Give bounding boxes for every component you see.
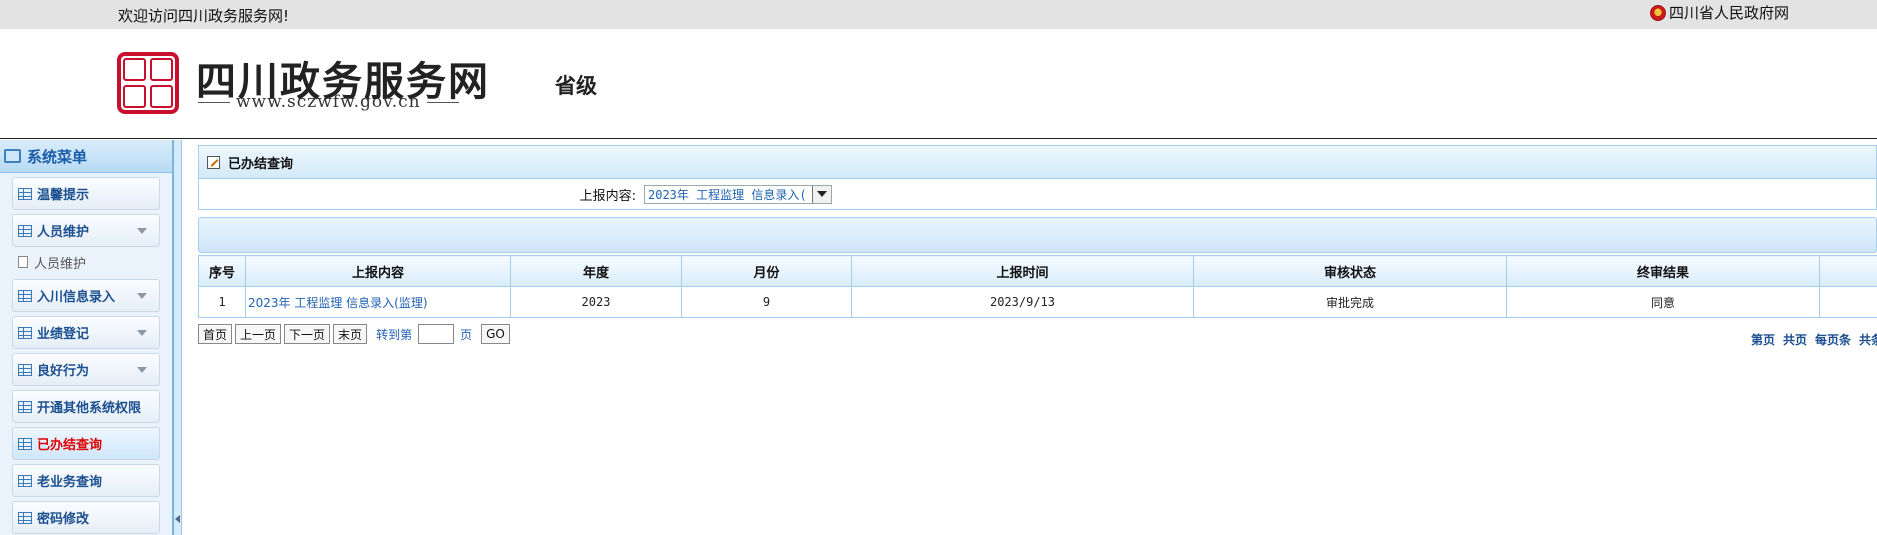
column-header: 上报内容 — [245, 255, 511, 287]
sidebar-item-label: 良好行为 — [37, 364, 90, 379]
url-divider-left — [198, 101, 230, 103]
column-header — [1819, 255, 1877, 287]
table-icon — [18, 400, 32, 413]
sidebar-item-other-permissions[interactable]: 开通其他系统权限 — [12, 390, 160, 423]
filter-row: 上报内容: 2023年 工程监理 信息录入( — [198, 179, 1877, 210]
sidebar-item-entry[interactable]: 入川信息录入 — [12, 279, 160, 312]
chevron-down-icon — [137, 293, 147, 299]
sidebar-item-personnel[interactable]: 人员维护 — [12, 214, 160, 247]
column-header: 审核状态 — [1193, 255, 1507, 287]
site-url-text: www.sczwfw.gov.cn — [236, 92, 421, 112]
panel-title-bar: 已办结查询 — [198, 145, 1877, 179]
table-row: 1 2023年 工程监理 信息录入(监理) 2023 9 2023/9/13 审… — [198, 286, 1877, 318]
prev-page-button[interactable]: 上一页 — [235, 324, 282, 344]
collapse-arrow-icon — [175, 515, 180, 523]
pager-info-page: 第页 — [1751, 333, 1776, 347]
table-icon — [18, 363, 32, 376]
pager-info-page-size: 每页条 — [1815, 333, 1852, 347]
filter-label: 上报内容: — [579, 188, 636, 204]
column-header: 终审结果 — [1506, 255, 1820, 287]
results-table: 序号 上报内容 年度 月份 上报时间 审核状态 终审结果 1 2023年 工程监… — [198, 255, 1877, 318]
sidebar-item-tips[interactable]: 温馨提示 — [12, 177, 160, 210]
table-icon — [18, 437, 32, 450]
toolbar-strip — [198, 217, 1877, 253]
sidebar-item-password[interactable]: 密码修改 — [12, 501, 160, 534]
sidebar-item-label: 老业务查询 — [37, 475, 103, 490]
sidebar-subitem-personnel[interactable]: 人员维护 — [12, 249, 160, 275]
cell-report-time: 2023/9/13 — [851, 286, 1194, 318]
level-label: 省级 — [555, 74, 597, 98]
sidebar-item-legacy-query[interactable]: 老业务查询 — [12, 464, 160, 497]
table-icon — [18, 289, 32, 302]
cell-review-status: 审批完成 — [1193, 286, 1507, 318]
go-button[interactable]: GO — [481, 324, 510, 344]
next-page-button[interactable]: 下一页 — [284, 324, 331, 344]
cell-year: 2023 — [510, 286, 682, 318]
gov-link-label: 四川省人民政府网 — [1669, 4, 1790, 22]
chevron-down-icon — [137, 367, 147, 373]
sidebar-item-completed-query[interactable]: 已办结查询 — [12, 427, 160, 460]
national-emblem-icon — [1650, 4, 1666, 21]
cell-final-result: 同意 — [1506, 286, 1820, 318]
sidebar-collapse-handle[interactable] — [174, 140, 182, 535]
table-icon — [18, 224, 32, 237]
column-header: 月份 — [681, 255, 852, 287]
sidebar-item-label: 开通其他系统权限 — [37, 401, 142, 416]
cell-index: 1 — [198, 286, 246, 318]
last-page-button[interactable]: 末页 — [333, 324, 368, 344]
sidebar: 系统菜单 温馨提示 人员维护 人员维护 入川信息录入 业绩登记 良好行为 开通其… — [0, 140, 174, 535]
sidebar-item-label: 已办结查询 — [37, 438, 103, 453]
cell-month: 9 — [681, 286, 852, 318]
sidebar-subitem-label: 人员维护 — [34, 256, 87, 272]
chevron-down-icon — [137, 330, 147, 336]
sidebar-item-label: 入川信息录入 — [37, 290, 116, 305]
sidebar-item-performance[interactable]: 业绩登记 — [12, 316, 160, 349]
chevron-down-icon — [137, 228, 147, 234]
table-icon — [18, 187, 32, 200]
edit-icon — [207, 155, 220, 169]
select-value: 2023年 工程监理 信息录入( — [648, 187, 807, 202]
welcome-text: 欢迎访问四川政务服务网! — [118, 7, 290, 25]
gov-link[interactable]: 四川省人民政府网 — [1650, 2, 1789, 23]
sidebar-item-label: 密码修改 — [37, 512, 90, 527]
panel-title: 已办结查询 — [228, 156, 294, 172]
page-number-input[interactable] — [418, 324, 455, 344]
chevron-down-icon[interactable] — [812, 185, 831, 203]
url-divider-right — [426, 101, 459, 103]
sidebar-item-label: 业绩登记 — [37, 327, 90, 342]
sidebar-item-label: 温馨提示 — [37, 188, 90, 203]
sidebar-title: 系统菜单 — [27, 147, 88, 166]
monitor-icon — [4, 149, 21, 163]
sidebar-item-label: 人员维护 — [37, 225, 90, 240]
column-header: 序号 — [198, 255, 246, 287]
table-header-row: 序号 上报内容 年度 月份 上报时间 审核状态 终审结果 — [198, 255, 1877, 287]
document-icon — [18, 256, 28, 268]
site-header: 四川政务服务网 www.sczwfw.gov.cn 省级 — [0, 29, 1877, 139]
column-header: 上报时间 — [851, 255, 1194, 287]
sidebar-header: 系统菜单 — [0, 140, 172, 173]
table-icon — [18, 511, 32, 524]
pager-info: 第页 共页 每页条 共条 — [1751, 331, 1877, 348]
main-content: 已办结查询 上报内容: 2023年 工程监理 信息录入( 序号 上报内容 年度 … — [198, 145, 1877, 535]
site-url: www.sczwfw.gov.cn — [198, 92, 459, 112]
table-icon — [18, 326, 32, 339]
cell-report-content-link[interactable]: 2023年 工程监理 信息录入(监理) — [245, 286, 511, 318]
column-header: 年度 — [510, 255, 682, 287]
sichuan-seal-logo-icon — [117, 52, 179, 114]
pager: 首页 上一页 下一页 末页 转到第 页 GO 第页 共页 每页条 共条 — [198, 323, 1877, 348]
pager-info-total-records: 共条 — [1859, 333, 1877, 347]
top-bar: 欢迎访问四川政务服务网! 四川省人民政府网 — [0, 0, 1877, 29]
goto-label: 转到第 — [376, 327, 413, 342]
report-content-select[interactable]: 2023年 工程监理 信息录入( — [644, 184, 832, 204]
pager-info-total-pages: 共页 — [1783, 333, 1808, 347]
table-icon — [18, 474, 32, 487]
page-suffix-label: 页 — [460, 327, 473, 342]
sidebar-item-good-behavior[interactable]: 良好行为 — [12, 353, 160, 386]
first-page-button[interactable]: 首页 — [198, 324, 233, 344]
cell-extra — [1819, 286, 1877, 318]
